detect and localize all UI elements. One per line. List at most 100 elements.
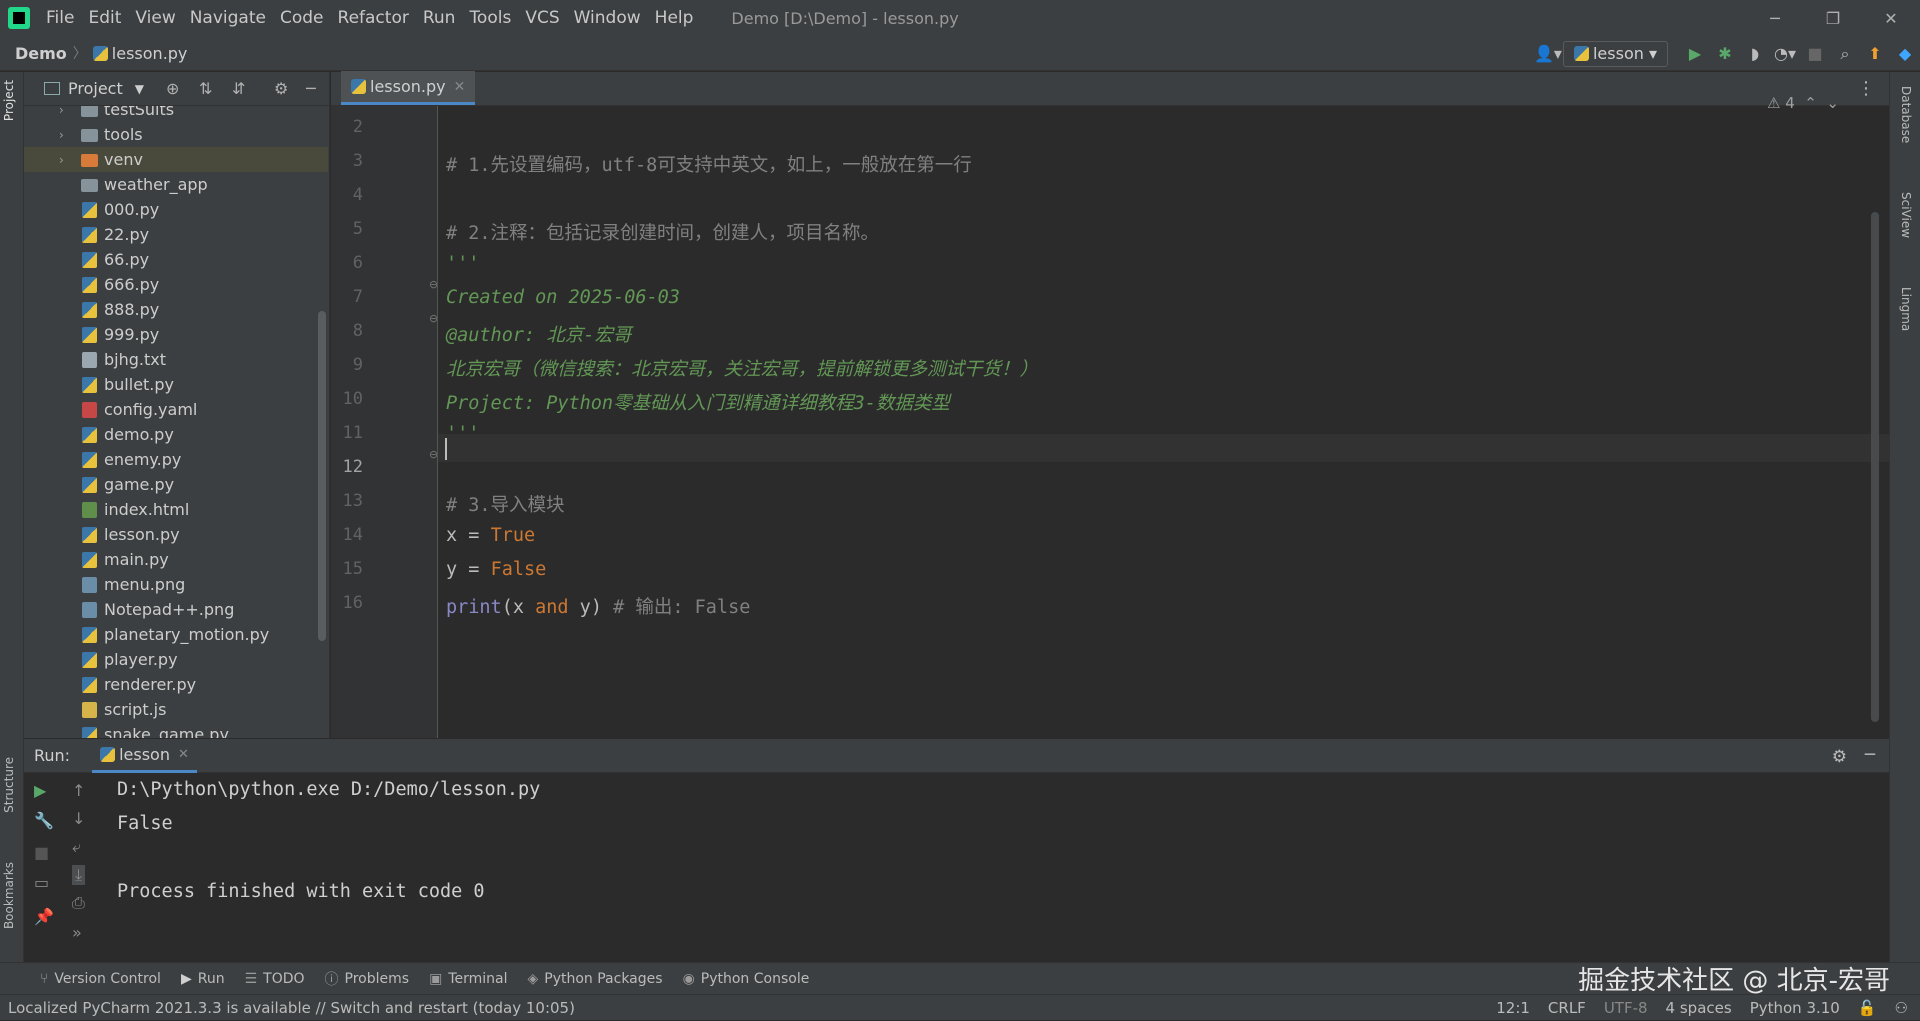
code-line-9[interactable]: 北京宏哥（微信搜索：北京宏哥，关注宏哥，提前解锁更多测试干货！） (446, 355, 1038, 381)
search-icon[interactable]: ⌕ (1830, 39, 1860, 69)
close-icon[interactable]: ✕ (454, 79, 466, 95)
run-icon[interactable]: ▶ (1680, 39, 1710, 69)
side-tab-project[interactable]: Project (2, 80, 16, 121)
python-interpreter[interactable]: Python 3.10 (1750, 999, 1840, 1017)
tree-item[interactable]: bullet.py (24, 372, 328, 397)
status-message[interactable]: Localized PyCharm 2021.3.3 is available … (8, 999, 575, 1017)
editor-scrollbar[interactable] (1871, 212, 1879, 722)
gear-icon[interactable]: ⚙ (274, 79, 288, 98)
menu-help[interactable]: Help (653, 8, 696, 28)
tree-item[interactable]: menu.png (24, 572, 328, 597)
menu-run[interactable]: Run (421, 8, 458, 28)
chevron-right-icon[interactable]: › (59, 128, 64, 142)
hide-panel-icon[interactable]: ─ (1865, 745, 1875, 765)
gear-icon[interactable]: ⚙ (1832, 747, 1847, 767)
tree-item[interactable]: 66.py (24, 247, 328, 272)
chevron-down-icon[interactable]: ▼ (135, 82, 144, 96)
tree-item[interactable]: weather_app (24, 172, 328, 197)
pin-icon[interactable]: 📌 (34, 907, 54, 926)
soft-wrap-icon[interactable]: ⤶ (72, 837, 81, 857)
code-line-16[interactable]: print(x and y) # 输出: False (446, 593, 750, 619)
tree-item[interactable]: bjhg.txt (24, 347, 328, 372)
code-line-8[interactable]: @author: 北京-宏哥 (446, 321, 631, 347)
tree-item[interactable]: game.py (24, 472, 328, 497)
menu-view[interactable]: View (133, 8, 177, 28)
side-tab-lingma[interactable]: Lingma (1899, 287, 1913, 331)
tree-item[interactable]: › testSuits (24, 106, 328, 122)
code-line-3[interactable]: # 1.先设置编码，utf-8可支持中英文，如上，一般放在第一行 (446, 151, 972, 177)
tool-problems[interactable]: ⓘ Problems (325, 969, 410, 989)
cursor-position[interactable]: 12:1 (1496, 999, 1530, 1017)
debug-icon[interactable]: ✱ (1710, 39, 1740, 69)
arrow-down-icon[interactable]: ↓ (72, 809, 85, 828)
tool-todo[interactable]: ☰ TODO (245, 971, 305, 987)
editor-tab-lesson[interactable]: lesson.py ✕ (341, 71, 476, 105)
side-tab-database[interactable]: Database (1899, 86, 1913, 143)
chevron-right-icon[interactable]: › (59, 153, 64, 167)
layout-icon[interactable]: ▭ (34, 873, 49, 892)
run-tab-lesson[interactable]: lesson ✕ (92, 739, 197, 773)
stop-icon[interactable]: ■ (1800, 39, 1830, 69)
user-icon[interactable]: 👤▾ (1533, 39, 1563, 69)
profile-icon[interactable]: ◔▾ (1770, 39, 1800, 69)
tool-python-packages[interactable]: ◈ Python Packages (527, 971, 662, 987)
tree-item[interactable]: index.html (24, 497, 328, 522)
arrow-up-icon[interactable]: ↑ (72, 781, 85, 800)
code-line-6[interactable]: ''' (446, 253, 479, 274)
side-tab-structure[interactable]: Structure (2, 757, 16, 813)
menu-edit[interactable]: Edit (86, 8, 123, 28)
breadcrumb-project[interactable]: Demo (15, 44, 67, 63)
code-line-7[interactable]: Created on 2025-06-03 (446, 287, 680, 308)
scroll-to-end-icon[interactable]: ⤓ (72, 865, 86, 885)
tree-item[interactable]: 666.py (24, 272, 328, 297)
coverage-icon[interactable]: ◗ (1740, 39, 1770, 69)
code-line-5[interactable]: # 2.注释：包括记录创建时间，创建人，项目名称。 (446, 219, 879, 245)
code-line-10[interactable]: Project: Python零基础从入门到精通详细教程3-数据类型 (446, 389, 950, 415)
tree-item[interactable]: lesson.py (24, 522, 328, 547)
tree-item[interactable]: script.js (24, 697, 328, 722)
menu-navigate[interactable]: Navigate (188, 8, 268, 28)
menu-file[interactable]: File (44, 8, 76, 28)
code-line-14[interactable]: x = True (446, 525, 535, 546)
expand-all-icon[interactable]: ⇅ (199, 79, 212, 98)
lock-icon[interactable]: 🔓 (1858, 999, 1877, 1017)
tree-scrollbar[interactable] (318, 311, 326, 641)
line-separator[interactable]: CRLF (1548, 999, 1586, 1017)
tool-python-console[interactable]: ◉ Python Console (683, 971, 810, 987)
locate-icon[interactable]: ⊕ (166, 79, 179, 98)
tool-run[interactable]: ▶ Run (181, 971, 225, 987)
tree-item[interactable]: Notepad++.png (24, 597, 328, 622)
code-line-13[interactable]: # 3.导入模块 (446, 491, 565, 517)
warning-indicator[interactable]: ⚠ 4 ⌃ ⌄ (1767, 94, 1839, 112)
menu-refactor[interactable]: Refactor (336, 8, 411, 28)
tree-item[interactable]: config.yaml (24, 397, 328, 422)
menu-window[interactable]: Window (572, 8, 643, 28)
print-icon[interactable]: ⎙ (72, 893, 85, 913)
restore-icon[interactable]: ❐ (1804, 0, 1862, 36)
more-icon[interactable]: » (72, 923, 82, 942)
code-line-11[interactable]: ''' (446, 423, 479, 444)
minimize-icon[interactable]: ─ (1746, 0, 1804, 36)
tree-item[interactable]: › tools (24, 122, 328, 147)
stop-icon[interactable]: ■ (34, 843, 49, 862)
chevron-right-icon[interactable]: › (59, 106, 64, 117)
close-icon[interactable]: ✕ (1862, 0, 1920, 36)
tree-item[interactable]: renderer.py (24, 672, 328, 697)
menu-vcs[interactable]: VCS (523, 8, 561, 28)
plugin-icon[interactable]: ◆ (1890, 39, 1920, 69)
tree-item[interactable]: 999.py (24, 322, 328, 347)
tree-item[interactable]: 22.py (24, 222, 328, 247)
tree-item[interactable]: snake_game.py (24, 722, 328, 738)
tree-item[interactable]: player.py (24, 647, 328, 672)
tree-item[interactable]: main.py (24, 547, 328, 572)
chevron-down-icon[interactable]: ⌄ (1826, 94, 1839, 112)
breadcrumb-file[interactable]: lesson.py (92, 44, 187, 63)
rerun-icon[interactable]: ▶ (34, 781, 46, 800)
chevron-up-icon[interactable]: ⌃ (1804, 94, 1817, 112)
update-icon[interactable]: ⬆ (1860, 39, 1890, 69)
more-options-icon[interactable]: ⋮ (1857, 78, 1875, 99)
menu-code[interactable]: Code (278, 8, 326, 28)
hide-panel-icon[interactable]: ─ (306, 79, 316, 98)
tree-item[interactable]: planetary_motion.py (24, 622, 328, 647)
collapse-all-icon[interactable]: ⇵ (232, 79, 245, 98)
